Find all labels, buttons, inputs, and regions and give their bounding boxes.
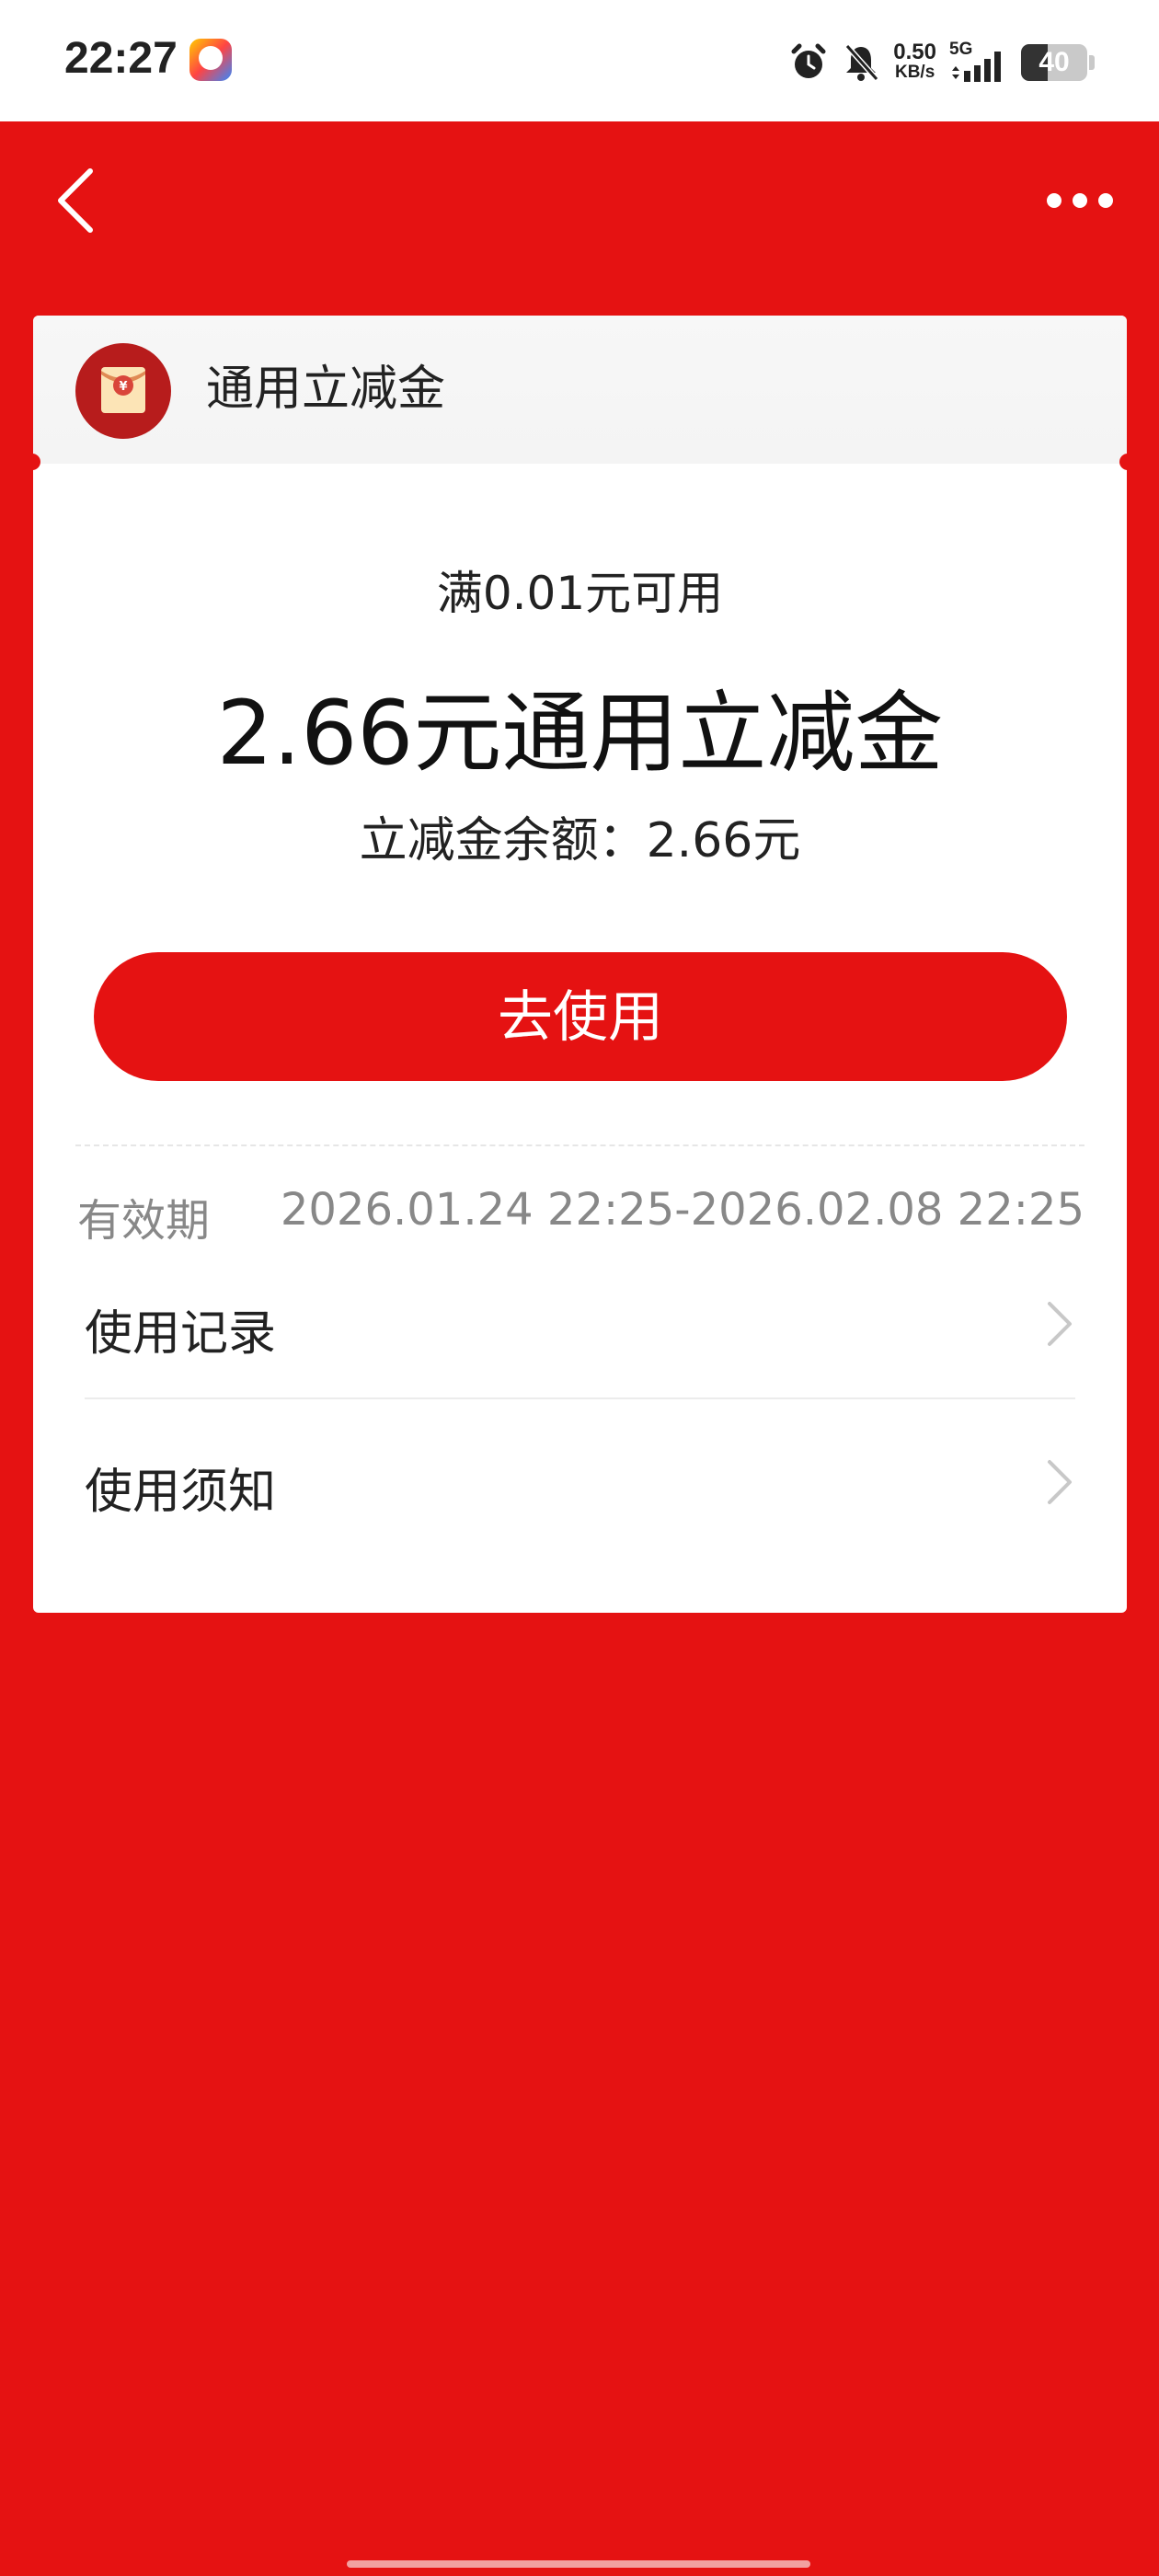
svg-text:¥: ¥ <box>119 380 127 394</box>
status-bar: 22:27 0.50 KB/s 5G 40 <box>0 0 1159 121</box>
coupon-card: ¥ 通用立减金 满0.01元可用 2.66元通用立减金 立减金余额：2.66元 … <box>28 316 1132 1613</box>
signal-group: 5G <box>949 40 1008 84</box>
more-dots-icon <box>1047 193 1113 208</box>
signal-icon <box>952 52 1001 82</box>
card-notch-right <box>1119 454 1132 470</box>
status-icons: 0.50 KB/s 5G 40 <box>788 35 1095 90</box>
card-title: 通用立减金 <box>206 362 446 417</box>
net-speed: 0.50 KB/s <box>893 40 936 83</box>
card-notch-left <box>28 454 40 470</box>
alarm-icon <box>788 42 829 83</box>
status-time: 22:27 <box>64 34 178 83</box>
card-header: ¥ 通用立减金 <box>33 316 1127 464</box>
usage-record-label: 使用记录 <box>85 1306 277 1362</box>
validity-value: 2026.01.24 22:25-2026.02.08 22:25 <box>280 1184 1084 1236</box>
battery-level: 40 <box>1039 47 1070 77</box>
home-indicator[interactable] <box>347 2560 810 2568</box>
chevron-left-icon <box>58 168 93 233</box>
back-button[interactable] <box>52 166 107 236</box>
battery-icon: 40 <box>1021 44 1087 81</box>
use-coupon-button[interactable]: 去使用 <box>94 952 1067 1081</box>
dashed-divider <box>75 1144 1084 1146</box>
usage-notice-row[interactable]: 使用须知 <box>85 1425 1075 1535</box>
app-badge-icon <box>189 39 232 81</box>
mute-bell-icon <box>842 42 880 83</box>
more-button[interactable] <box>1043 184 1117 217</box>
coupon-balance: 立减金余额：2.66元 <box>359 813 801 868</box>
validity-label: 有效期 <box>77 1195 211 1247</box>
coupon-amount-title: 2.66元通用立减金 <box>216 682 944 785</box>
net-speed-value: 0.50 <box>893 40 936 64</box>
usage-record-row[interactable]: 使用记录 <box>85 1267 1075 1377</box>
battery-tip <box>1089 55 1095 70</box>
usage-notice-label: 使用须知 <box>85 1465 277 1520</box>
net-speed-unit: KB/s <box>894 63 935 82</box>
red-packet-icon: ¥ <box>75 343 171 439</box>
row-divider <box>85 1397 1075 1399</box>
usage-threshold: 满0.01元可用 <box>436 567 724 620</box>
chevron-right-icon <box>1048 1460 1072 1504</box>
chevron-right-icon <box>1048 1302 1072 1346</box>
